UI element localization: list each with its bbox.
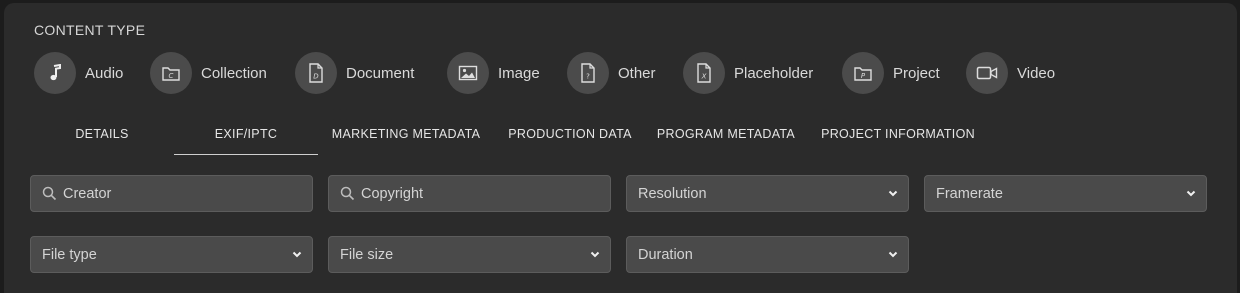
svg-text:C: C <box>169 72 174 80</box>
content-type-label: Other <box>618 64 656 82</box>
other-file-icon: ? <box>567 52 609 94</box>
framerate-value: Framerate <box>936 185 1003 202</box>
project-icon: P <box>842 52 884 94</box>
svg-text:P: P <box>861 72 866 80</box>
svg-text:?: ? <box>586 73 590 81</box>
image-icon <box>447 52 489 94</box>
content-type-label: Project <box>893 64 940 82</box>
content-type-other[interactable]: ? Other <box>567 52 656 94</box>
content-type-label: Collection <box>201 64 267 82</box>
tab-details[interactable]: DETAILS <box>30 119 174 155</box>
chevron-down-icon <box>590 251 600 258</box>
duration-value: Duration <box>638 246 693 263</box>
collection-icon: C <box>150 52 192 94</box>
tab-exif-iptc[interactable]: EXIF/IPTC <box>174 119 318 155</box>
content-type-video[interactable]: Video <box>966 52 1055 94</box>
search-icon <box>340 186 355 201</box>
chevron-down-icon <box>292 251 302 258</box>
content-type-document[interactable]: D Document <box>295 52 414 94</box>
file-size-select[interactable]: File size <box>328 236 611 273</box>
content-type-label: Image <box>498 64 540 82</box>
content-type-label: Document <box>346 64 415 82</box>
tab-production-data[interactable]: PRODUCTION DATA <box>500 119 640 155</box>
chevron-down-icon <box>888 251 898 258</box>
creator-search-input[interactable]: Creator <box>30 175 313 212</box>
file-size-value: File size <box>340 246 394 263</box>
content-type-project[interactable]: P Project <box>842 52 940 94</box>
creator-placeholder: Creator <box>63 185 112 202</box>
framerate-select[interactable]: Framerate <box>924 175 1207 212</box>
video-camera-icon <box>966 52 1008 94</box>
content-type-placeholder[interactable]: X Placeholder <box>683 52 813 94</box>
tab-marketing-metadata[interactable]: MARKETING METADATA <box>324 119 488 155</box>
chevron-down-icon <box>888 190 898 197</box>
content-type-audio[interactable]: Audio <box>34 52 123 94</box>
chevron-down-icon <box>1186 190 1196 197</box>
resolution-select[interactable]: Resolution <box>626 175 909 212</box>
content-type-label: Placeholder <box>734 64 814 82</box>
content-type-collection[interactable]: C Collection <box>150 52 267 94</box>
document-icon: D <box>295 52 337 94</box>
music-note-icon <box>34 52 76 94</box>
duration-select[interactable]: Duration <box>626 236 909 273</box>
tab-project-information[interactable]: PROJECT INFORMATION <box>816 119 980 155</box>
copyright-search-input[interactable]: Copyright <box>328 175 611 212</box>
content-type-label: Video <box>1017 64 1056 82</box>
file-type-select[interactable]: File type <box>30 236 313 273</box>
file-type-value: File type <box>42 246 97 263</box>
content-type-image[interactable]: Image <box>447 52 540 94</box>
svg-text:D: D <box>313 73 319 81</box>
copyright-placeholder: Copyright <box>361 185 424 202</box>
resolution-value: Resolution <box>638 185 707 202</box>
svg-text:X: X <box>701 73 707 81</box>
content-type-heading: CONTENT TYPE <box>34 22 146 38</box>
tab-program-metadata[interactable]: PROGRAM METADATA <box>650 119 802 155</box>
content-type-label: Audio <box>85 64 124 82</box>
placeholder-file-icon: X <box>683 52 725 94</box>
filter-panel: CONTENT TYPE Audio C Collection D Docume… <box>4 3 1237 293</box>
search-icon <box>42 186 57 201</box>
